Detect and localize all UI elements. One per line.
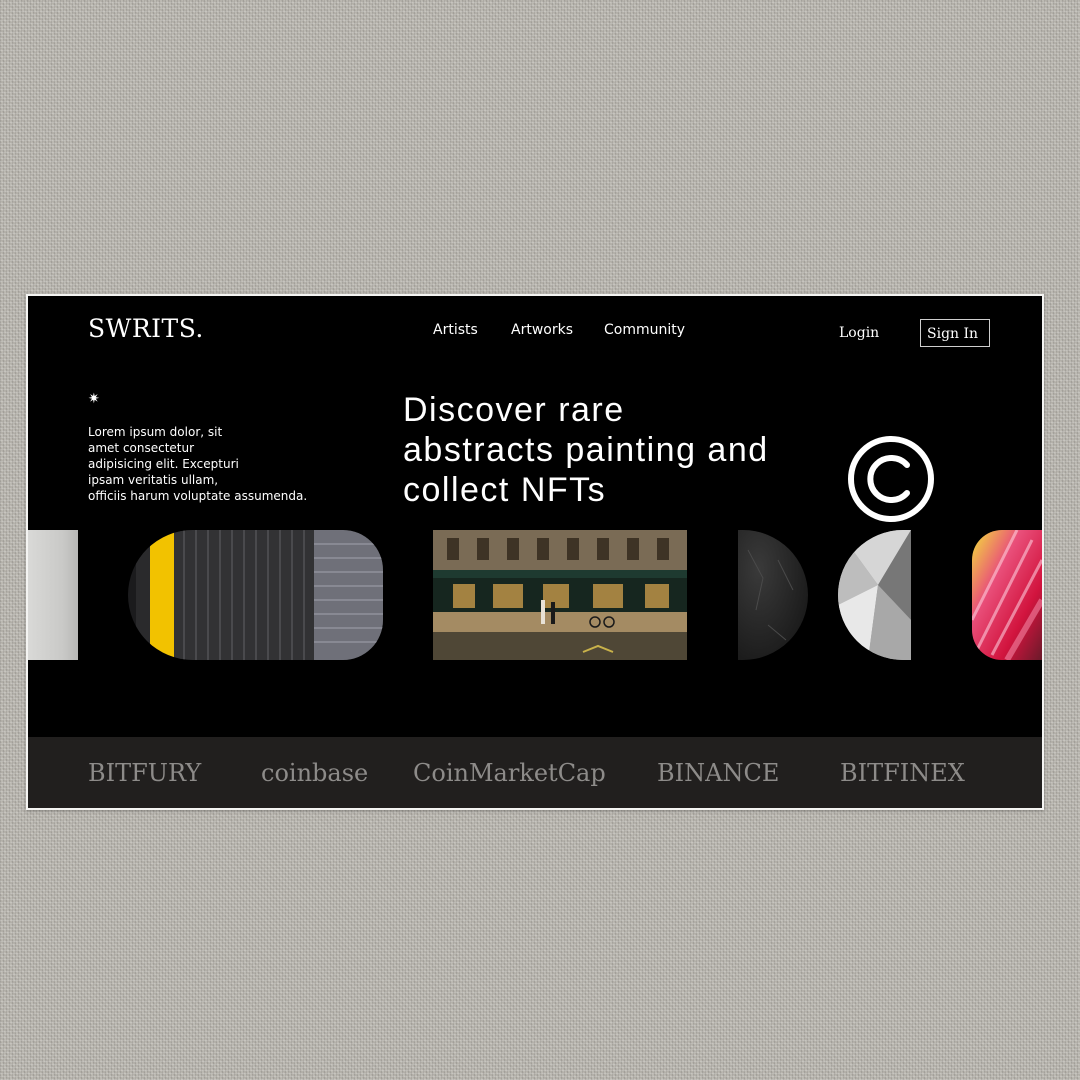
dark-stone-art (738, 530, 808, 660)
login-link[interactable]: Login (839, 325, 879, 341)
gray-geometric-art (838, 530, 911, 660)
intro-text: Lorem ipsum dolor, sit amet consectetur … (88, 424, 318, 504)
gallery-tile-gray-geometric[interactable] (838, 530, 911, 660)
landing-page: SWRITS. Artists Artworks Community Login… (28, 296, 1042, 808)
partner-logos-bar: BITFURY coinbase CoinMarketCap BINANCE B… (28, 737, 1042, 808)
hero-headline: Discover rare abstracts painting and col… (403, 390, 823, 510)
pink-abstract-art (972, 530, 1042, 660)
paris-street-art (433, 530, 687, 660)
nav-item-artists[interactable]: Artists (433, 322, 478, 338)
intro-line: officiis harum voluptate assumenda. (88, 489, 308, 503)
nav-item-artworks[interactable]: Artworks (511, 322, 573, 338)
copyright-icon (848, 436, 934, 522)
headline-line: collect NFTs (403, 471, 607, 509)
headline-line: Discover rare (403, 391, 625, 429)
gallery-tile-white-wall[interactable] (28, 530, 78, 660)
intro-line: ipsam veritatis ullam, (88, 473, 219, 487)
partner-logo-bitfinex: BITFINEX (840, 759, 965, 787)
gallery-tile-yellow-stripe[interactable] (128, 530, 383, 660)
nav-item-community[interactable]: Community (604, 322, 685, 338)
partner-logo-bitfury: BITFURY (88, 759, 202, 787)
gallery-tile-paris-street[interactable] (433, 530, 687, 660)
partner-logo-coinbase: coinbase (261, 759, 369, 787)
gallery-tile-pink-abstract[interactable] (972, 530, 1042, 660)
intro-line: amet consectetur (88, 441, 195, 455)
site-logo[interactable]: SWRITS. (88, 314, 204, 343)
sign-in-button[interactable]: Sign In (920, 319, 990, 347)
gallery-tile-dark-stone[interactable] (738, 530, 808, 660)
intro-line: adipisicing elit. Excepturi (88, 457, 239, 471)
partner-logo-binance: BINANCE (657, 759, 780, 787)
sparkle-icon: ✷ (88, 391, 100, 407)
partner-logo-coinmarketcap: CoinMarketCap (413, 759, 606, 787)
yellow-stripe-art (128, 530, 383, 660)
headline-line: abstracts painting and (403, 431, 769, 469)
mockup-frame: SWRITS. Artists Artworks Community Login… (26, 294, 1044, 810)
intro-line: Lorem ipsum dolor, sit (88, 425, 223, 439)
